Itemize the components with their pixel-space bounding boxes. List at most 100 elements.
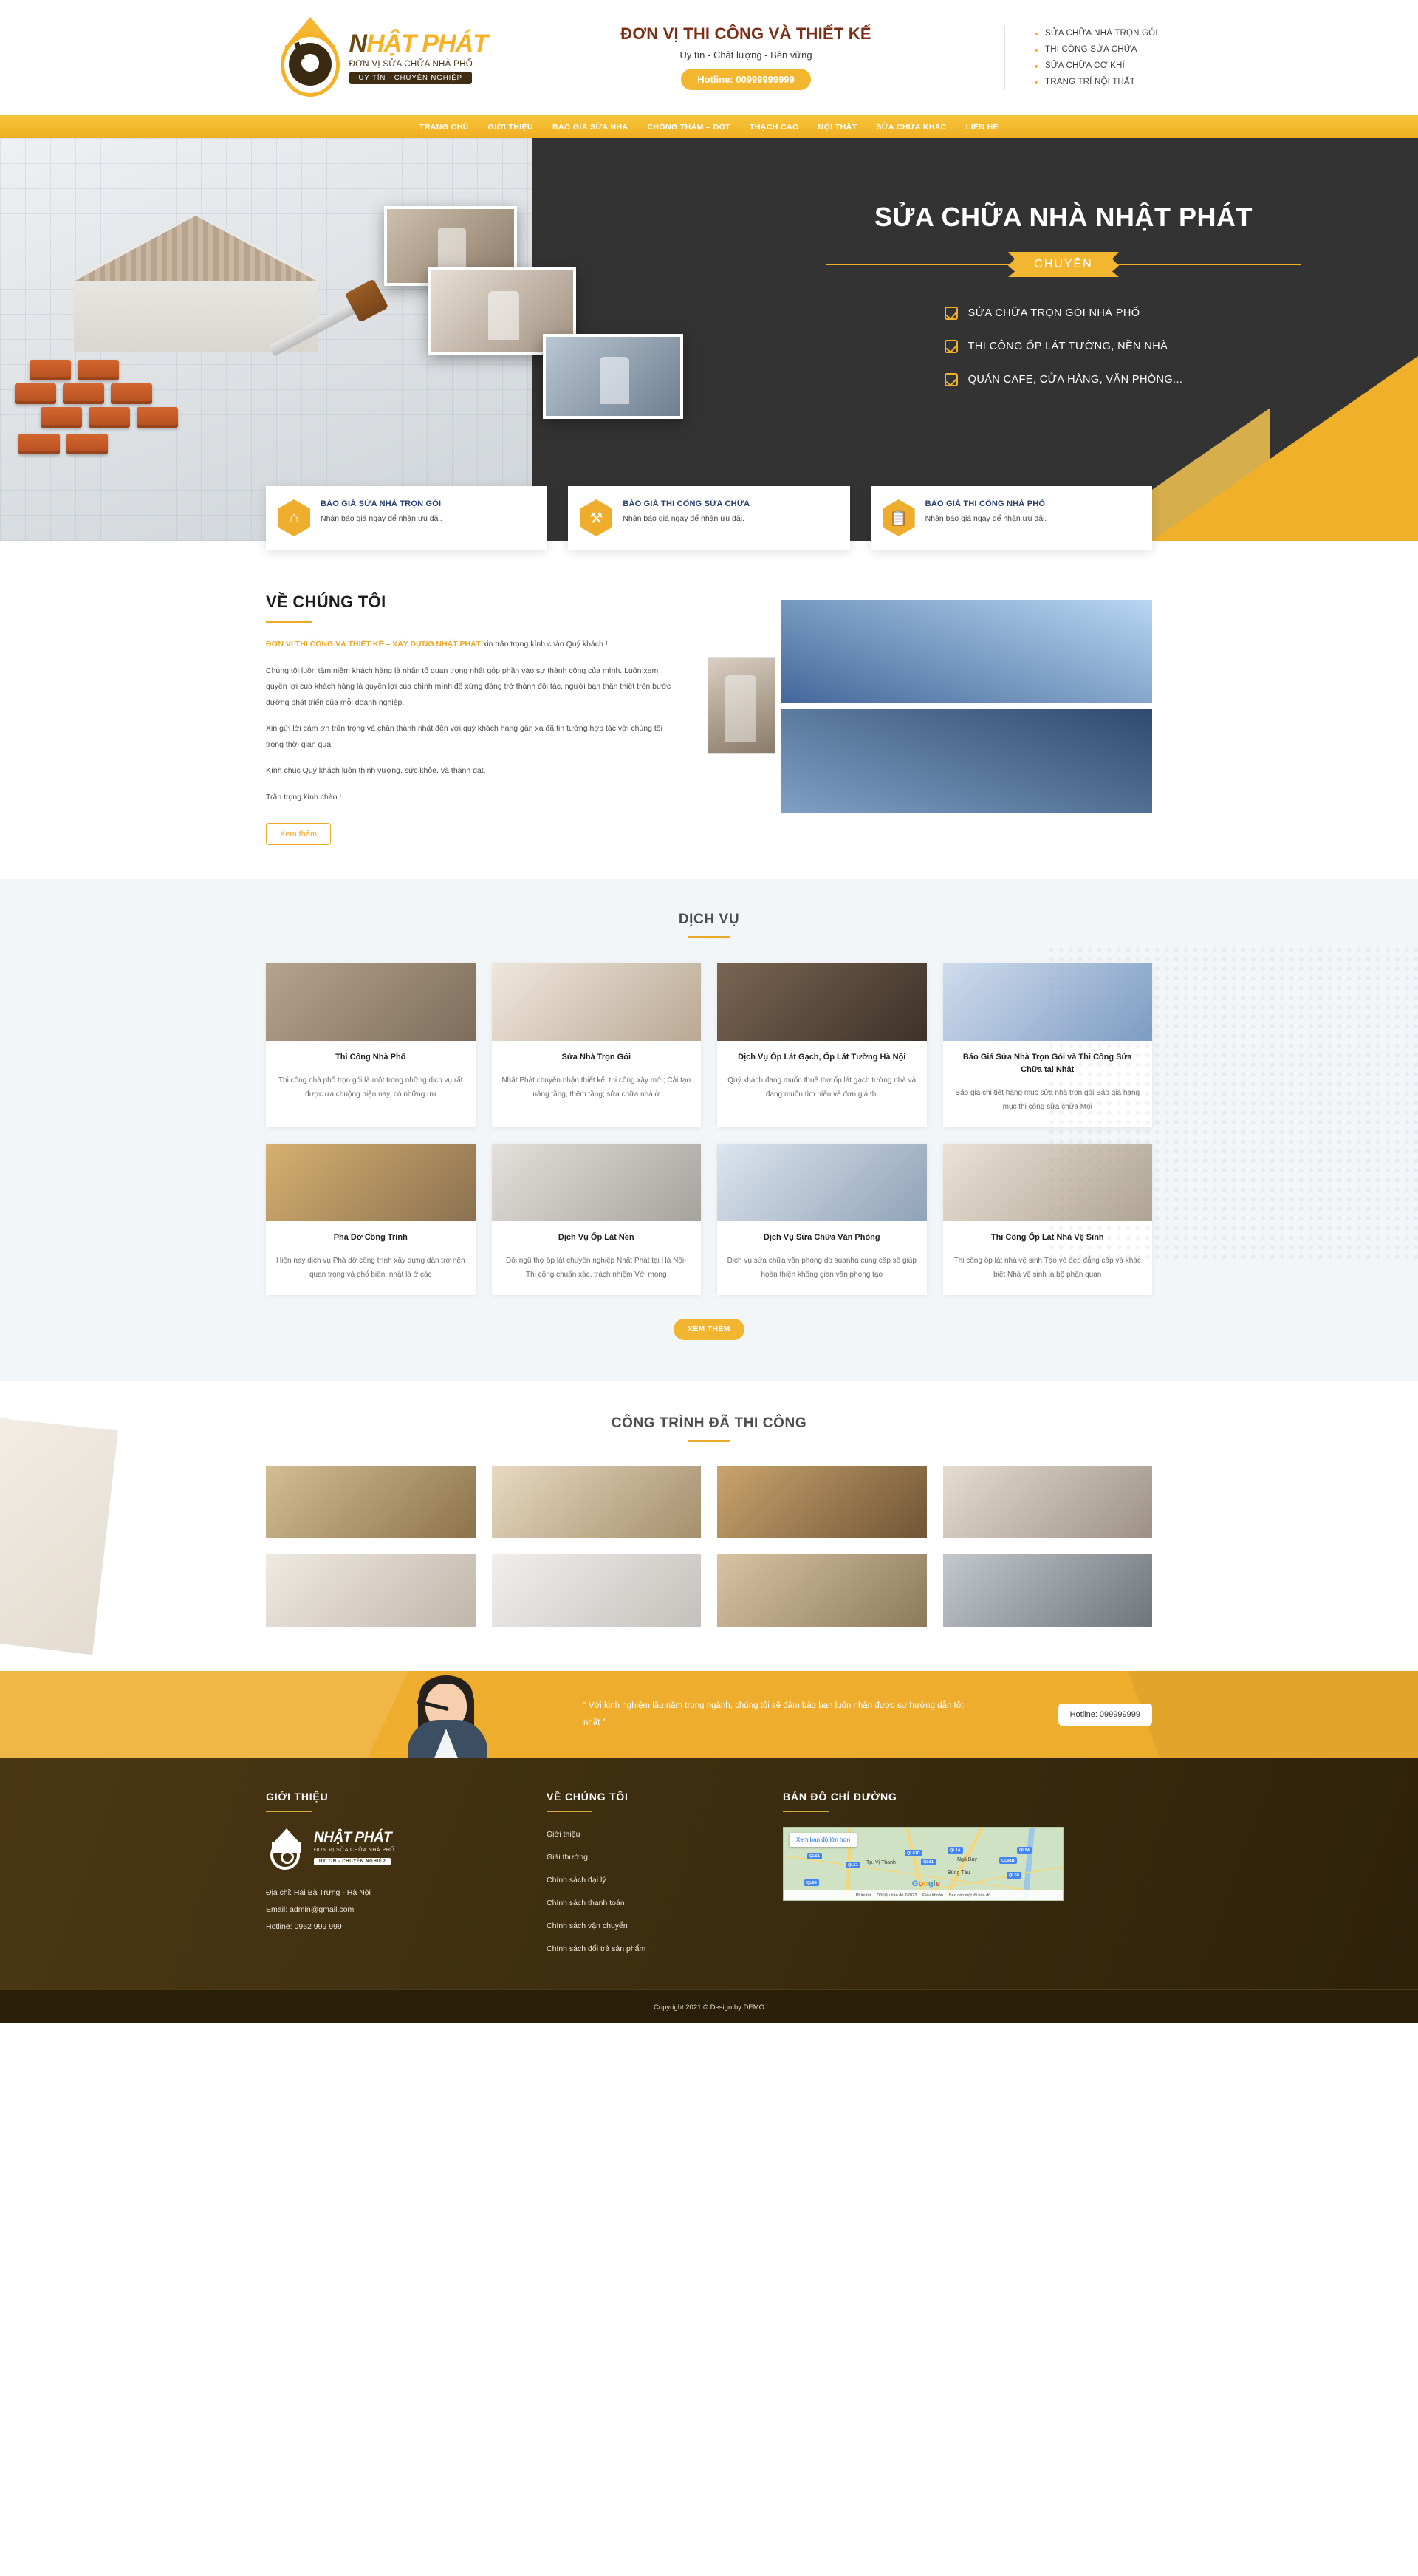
project-thumbnail[interactable]: [717, 1554, 927, 1627]
hero-brick: [15, 383, 56, 404]
footer-link[interactable]: Chính sách đại lý: [547, 1876, 606, 1885]
footer-hotline[interactable]: Hotline: 0962 999 999: [266, 1919, 517, 1936]
check-icon: [944, 340, 958, 353]
service-card[interactable]: Sửa Nhà Trọn Gói Nhật Phát chuyên nhận t…: [491, 963, 701, 1128]
map-footer-item[interactable]: Phím tắt: [856, 1893, 871, 1898]
main-navigation[interactable]: TRANG CHỦ GIỚI THIỆU BÁO GIÁ SỬA NHÀ CHỐ…: [0, 115, 1418, 138]
footer-link[interactable]: Giải thưởng: [547, 1853, 588, 1862]
footer-link-item[interactable]: Chính sách vận chuyển: [547, 1919, 753, 1932]
about-read-more-button[interactable]: Xem thêm: [266, 823, 332, 846]
heading-underline: [783, 1811, 829, 1813]
nav-item-gioi-thieu[interactable]: GIỚI THIỆU: [488, 120, 533, 133]
hero-bullet-item: SỬA CHỮA TRỌN GÓI NHÀ PHỐ: [944, 307, 1183, 320]
header-slogan: Uy tín - Chất lượng - Bền vững: [679, 49, 812, 61]
nav-link[interactable]: NỘI THẤT: [818, 123, 857, 131]
nav-link[interactable]: GIỚI THIỆU: [488, 123, 533, 131]
check-icon: [944, 373, 958, 386]
footer-logo-subtitle: ĐƠN VỊ SỬA CHỮA NHÀ PHỐ: [314, 1848, 395, 1854]
service-card[interactable]: Dịch Vụ Ốp Lát Gạch, Ốp Lát Tường Hà Nội…: [717, 963, 927, 1128]
header-service-item[interactable]: THI CÔNG SỬA CHỮA: [1035, 41, 1248, 58]
footer-link[interactable]: Giới thiệu: [547, 1830, 580, 1839]
projects-section: CÔNG TRÌNH ĐÃ THI CÔNG: [0, 1381, 1418, 1672]
nav-item-noi-that[interactable]: NỘI THẤT: [818, 120, 857, 133]
service-card-desc: Quý khách đang muốn thuê thợ ốp lát gạch…: [727, 1076, 917, 1099]
services-view-more-button[interactable]: XEM THÊM: [674, 1319, 744, 1341]
service-card[interactable]: Dịch Vụ Ốp Lát Nền Đội ngũ thợ ốp lát ch…: [491, 1144, 701, 1296]
quote-card[interactable]: 📋 BÁO GIÁ THI CÔNG NHÀ PHỐ Nhận báo giá …: [870, 486, 1152, 550]
service-card[interactable]: Dịch Vụ Sửa Chữa Văn Phòng Dịch vụ sửa c…: [717, 1144, 927, 1296]
about-buildings-photo: [781, 709, 1152, 813]
footer-link-item[interactable]: Giới thiệu: [547, 1827, 753, 1840]
project-thumbnail[interactable]: [717, 1466, 927, 1539]
service-card[interactable]: Thi Công Nhà Phố Thi công nhà phố trọn g…: [266, 963, 476, 1128]
cta-hotline-button[interactable]: Hotline: 099999999: [1058, 1704, 1152, 1726]
logo-title-first: N: [349, 29, 368, 58]
footer-heading-ve-chung-toi: VỀ CHÚNG TÔI: [547, 1791, 628, 1803]
nav-link[interactable]: THẠCH CAO: [750, 123, 799, 131]
project-thumbnail[interactable]: [491, 1554, 701, 1627]
project-thumbnail[interactable]: [266, 1554, 476, 1627]
nav-item-lien-he[interactable]: LIÊN HỆ: [966, 120, 999, 133]
nav-link[interactable]: TRANG CHỦ: [419, 123, 469, 131]
site-logo[interactable]: NHẬT PHÁT ĐƠN VỊ SỬA CHỮA NHÀ PHỐ UY TÍN…: [170, 16, 488, 98]
nav-item-bao-gia-sua-nha[interactable]: BÁO GIÁ SỬA NHÀ: [552, 120, 628, 133]
service-card[interactable]: Báo Giá Sửa Nhà Trọn Gói và Thi Công Sửa…: [942, 963, 1152, 1128]
quote-card[interactable]: ⌂ BÁO GIÁ SỬA NHÀ TRỌN GÓI Nhận báo giá …: [266, 486, 548, 550]
footer-address: Địa chỉ: Hai Bà Trưng - Hà Nội: [266, 1888, 371, 1898]
project-thumbnail[interactable]: [491, 1466, 701, 1539]
quote-card-desc: Nhận báo giá ngay để nhận ưu đãi.: [321, 514, 442, 523]
hero-brick: [89, 407, 130, 428]
service-card-desc: Báo giá chi tiết hạng mục sửa nhà trọn g…: [955, 1089, 1140, 1111]
service-card[interactable]: Thi Công Ốp Lát Nhà Vệ Sinh Thi công ốp …: [942, 1144, 1152, 1296]
map-footer-item[interactable]: Điều khoản: [922, 1893, 943, 1898]
project-thumbnail[interactable]: [942, 1466, 1152, 1539]
about-lead-highlight: ĐƠN VỊ THI CÔNG VÀ THIẾT KẾ – XÂY DỰNG N…: [266, 640, 482, 649]
google-map-embed[interactable]: Xem bản đồ lớn hơn QL61 QL61C QL1A QL54 …: [783, 1827, 1064, 1902]
house-icon: ⌂: [278, 499, 310, 536]
header-service-item[interactable]: TRANG TRÍ NỘI THẤT: [1035, 74, 1248, 90]
nav-item-thach-cao[interactable]: THẠCH CAO: [750, 120, 799, 133]
footer-link[interactable]: Chính sách thanh toán: [547, 1899, 625, 1907]
footer-link-item[interactable]: Chính sách đổi trả sản phẩm: [547, 1941, 753, 1955]
footer-logo[interactable]: NHẬT PHÁT ĐƠN VỊ SỬA CHỮA NHÀ PHỐ UY TÍN…: [266, 1827, 517, 1870]
logo-house-gear-icon: [275, 16, 345, 98]
header-service-item[interactable]: SỬA CHỮA CƠ KHÍ: [1035, 58, 1248, 74]
quote-cards-section: ⌂ BÁO GIÁ SỬA NHÀ TRỌN GÓI Nhận báo giá …: [0, 486, 1418, 550]
map-road-tag: QL61: [807, 1853, 822, 1860]
footer-column-map: BẢN ĐỒ CHỈ ĐƯỜNG Xem bản đồ lớn hơn QL61…: [783, 1791, 1152, 1964]
nav-item-sua-chua-khac[interactable]: SỬA CHỮA KHÁC: [876, 120, 946, 133]
header-hotline-button[interactable]: Hotline: 00999999999: [681, 69, 811, 90]
footer-email[interactable]: Email: admin@gmail.com: [266, 1902, 517, 1919]
project-thumbnail[interactable]: [266, 1466, 476, 1539]
header-service-item[interactable]: SỬA CHỮA NHÀ TRỌN GÓI: [1035, 25, 1248, 41]
nav-item-chong-tham-dot[interactable]: CHỐNG THẤM – DỘT: [647, 120, 730, 133]
map-road-tag: QL61: [846, 1862, 860, 1869]
footer-link-item[interactable]: Chính sách thanh toán: [547, 1896, 753, 1909]
hero-brick: [137, 407, 178, 428]
footer-link-item[interactable]: Chính sách đại lý: [547, 1873, 753, 1886]
map-road-tag: QL1A: [948, 1847, 963, 1854]
service-card-desc: Đội ngũ thợ ốp lát chuyên nghiệp Nhật Ph…: [506, 1257, 687, 1279]
service-card-image: [942, 963, 1152, 1042]
quote-card-desc: Nhận báo giá ngay để nhận ưu đãi.: [623, 514, 744, 523]
nav-link[interactable]: LIÊN HỆ: [966, 123, 999, 131]
hero-ribbon-label: CHUYÊN: [1008, 252, 1119, 277]
about-paragraph-4: Trân trọng kính chào !: [266, 792, 342, 802]
footer-link[interactable]: Chính sách vận chuyển: [547, 1921, 628, 1930]
hero-brick: [30, 360, 71, 380]
copyright-bar: Copyright 2021 © Design by DEMO: [0, 1989, 1418, 2023]
footer-link[interactable]: Chính sách đổi trả sản phẩm: [547, 1944, 645, 1953]
nav-link[interactable]: SỬA CHỮA KHÁC: [876, 123, 946, 131]
projects-gallery: [266, 1466, 1152, 1627]
service-card-title: Thi Công Ốp Lát Nhà Vệ Sinh: [990, 1233, 1104, 1243]
service-card[interactable]: Phá Dỡ Công Trình Hiện nay dịch vụ Phá d…: [266, 1144, 476, 1296]
project-thumbnail[interactable]: [942, 1554, 1152, 1627]
quote-card[interactable]: ⚒ BÁO GIÁ THI CÔNG SỬA CHỮA Nhận báo giá…: [568, 486, 850, 550]
nav-link[interactable]: CHỐNG THẤM – DỘT: [647, 123, 730, 131]
nav-link[interactable]: BÁO GIÁ SỬA NHÀ: [552, 123, 628, 131]
footer-link-item[interactable]: Giải thưởng: [547, 1850, 753, 1863]
service-card-desc: Hiện nay dịch vụ Phá dỡ công trình xây d…: [275, 1257, 465, 1279]
map-view-larger-link[interactable]: Xem bản đồ lớn hơn: [790, 1833, 857, 1848]
nav-item-trang-chu[interactable]: TRANG CHỦ: [419, 120, 469, 133]
map-footer-item[interactable]: Báo cáo một lỗi bản đồ: [949, 1893, 990, 1898]
